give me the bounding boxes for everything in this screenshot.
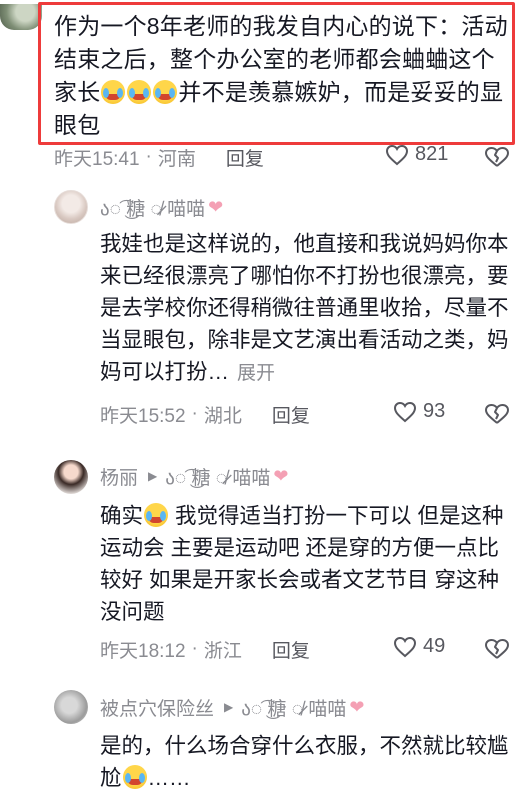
- like-button[interactable]: 93: [393, 400, 445, 423]
- author-name: 被点穴保险丝: [100, 698, 215, 720]
- dislike-button[interactable]: [484, 638, 510, 665]
- like-button[interactable]: 49: [393, 635, 445, 658]
- heart-icon: ❤: [349, 696, 365, 717]
- reply-button[interactable]: 回复: [272, 636, 310, 663]
- reply-meta: 昨天15:52 · 湖北 回复: [100, 400, 310, 428]
- reply-to-name: ა◌͡ ͜糖 ◌̸̷ 喵喵: [241, 698, 347, 720]
- dislike-button[interactable]: [484, 403, 510, 430]
- reply-body-part2: ……: [147, 766, 191, 790]
- like-button[interactable]: 821: [385, 143, 448, 166]
- crying-laugh-emoji-icon: [122, 765, 147, 789]
- like-count: 49: [423, 635, 446, 657]
- comment-time: 昨天18:12: [100, 640, 186, 662]
- comment-location: 河南: [157, 148, 196, 170]
- author-name: 杨丽: [100, 467, 139, 489]
- broken-heart-outline-icon: [485, 147, 509, 167]
- reply-body-part1: 确实: [100, 504, 144, 528]
- reply-author[interactable]: 杨丽 ▶ ა◌͡ ͜糖 ◌̸̷ 喵喵 ❤: [100, 463, 288, 489]
- heart-icon: ❤: [273, 465, 289, 486]
- avatar[interactable]: [54, 190, 88, 224]
- reply-button[interactable]: 回复: [272, 401, 310, 428]
- crying-laugh-emoji-icon: [127, 80, 152, 104]
- commenter-avatar[interactable]: [0, 4, 42, 30]
- heart-outline-icon: [393, 636, 417, 657]
- comment-time: 昨天15:52: [100, 405, 186, 427]
- crying-laugh-emoji-icon: [144, 503, 169, 527]
- reply-meta: 昨天18:12 · 浙江 回复: [100, 635, 310, 663]
- expand-button[interactable]: 展开: [237, 363, 275, 384]
- comment-time: 昨天15:41: [54, 148, 140, 170]
- crying-laugh-emoji-icon: [153, 80, 178, 104]
- heart-outline-icon: [385, 144, 409, 165]
- reply-author[interactable]: 被点穴保险丝 ▶ ა◌͡ ͜糖 ◌̸̷ 喵喵 ❤: [100, 694, 364, 720]
- triangle-right-icon: ▶: [224, 700, 234, 714]
- triangle-right-icon: ▶: [148, 469, 158, 483]
- reply-text: 是的，什么场合穿什么衣服，不然就比较尴尬……: [100, 730, 512, 794]
- broken-heart-outline-icon: [485, 639, 509, 659]
- avatar[interactable]: [54, 460, 88, 494]
- broken-heart-outline-icon: [485, 404, 509, 424]
- crying-laugh-emoji-icon: [101, 80, 126, 104]
- reply-to-name: ა◌͡ ͜糖 ◌̸̷ 喵喵: [165, 467, 271, 489]
- main-comment-text: 作为一个8年老师的我发自内心的说下：活动结束之后，整个办公室的老师都会蛐蛐这个家…: [54, 10, 512, 142]
- avatar[interactable]: [54, 690, 88, 724]
- main-comment-meta: 昨天15:41 · 河南 回复: [54, 143, 264, 171]
- author-name: ა◌͡ ͜糖 ◌̸̷ 喵喵: [100, 198, 206, 220]
- heart-icon: ❤: [208, 196, 224, 217]
- like-count: 821: [415, 143, 449, 165]
- dislike-button[interactable]: [484, 146, 510, 173]
- reply-button[interactable]: 回复: [226, 144, 264, 171]
- reply-text: 确实 我觉得适当打扮一下可以 但是这种运动会 主要是运动吧 还是穿的方便一点比较…: [100, 500, 512, 628]
- like-count: 93: [423, 400, 446, 422]
- reply-body: 我娃也是这样说的，他直接和我说妈妈你本来已经很漂亮了哪怕你不打扮也很漂亮，要是去…: [100, 232, 509, 384]
- reply-text: 我娃也是这样说的，他直接和我说妈妈你本来已经很漂亮了哪怕你不打扮也很漂亮，要是去…: [100, 228, 512, 390]
- reply-author[interactable]: ა◌͡ ͜糖 ◌̸̷ 喵喵 ❤: [100, 194, 223, 220]
- comment-location: 湖北: [203, 405, 242, 427]
- heart-outline-icon: [393, 401, 417, 422]
- comment-location: 浙江: [203, 640, 242, 662]
